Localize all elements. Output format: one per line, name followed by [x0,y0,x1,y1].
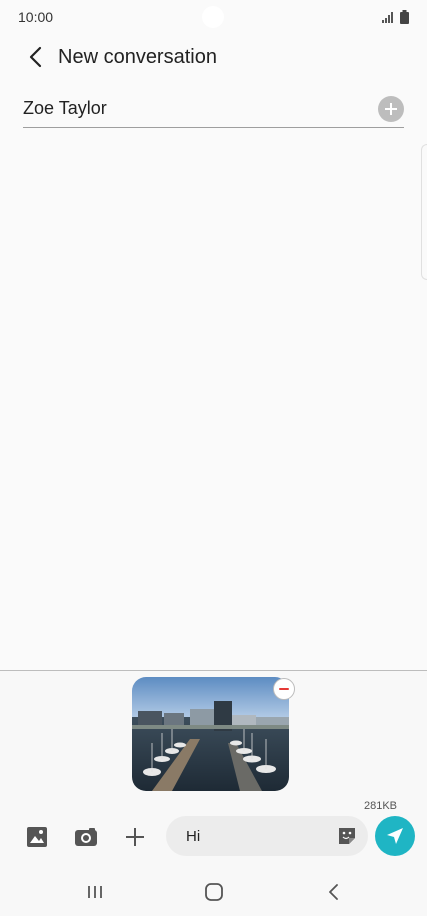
attachment-thumbnail[interactable] [132,677,289,791]
harbor-photo-icon [132,677,289,791]
sticker-icon [339,828,355,844]
back-button[interactable] [18,39,54,75]
page-title: New conversation [58,45,217,68]
back-chevron-icon [329,884,338,900]
gallery-icon [27,827,47,847]
navigation-bar [0,866,427,916]
more-options-button[interactable] [123,825,147,849]
home-button[interactable] [202,880,226,904]
status-icons [382,10,409,24]
attachment-size: 281KB [363,800,397,812]
battery-icon [400,10,409,24]
status-time: 10:00 [18,9,54,25]
sticker-button[interactable] [336,825,358,847]
signal-icon [382,12,393,23]
remove-attachment-button[interactable] [273,678,295,700]
camera-button[interactable] [74,825,98,849]
gallery-button[interactable] [25,825,49,849]
minus-icon [279,688,289,690]
composer-row: Hi [0,816,427,858]
recent-apps-button[interactable] [83,880,107,904]
message-input[interactable]: Hi [166,816,368,856]
send-button[interactable] [375,816,415,856]
add-recipient-button[interactable] [378,95,404,122]
recipient-field[interactable]: Zoe Taylor [23,90,404,128]
home-icon [205,883,223,901]
plus-icon [385,102,397,115]
back-arrow-icon [29,46,42,68]
nav-back-button[interactable] [322,880,346,904]
message-text: Hi [186,827,201,845]
header: New conversation [0,38,427,76]
camera-icon [75,828,97,846]
plus-icon [126,828,144,846]
edge-panel-handle[interactable] [421,144,427,280]
recipient-name: Zoe Taylor [23,98,107,118]
recent-apps-icon [88,886,102,898]
camera-cutout [202,6,224,28]
send-icon [387,828,403,844]
